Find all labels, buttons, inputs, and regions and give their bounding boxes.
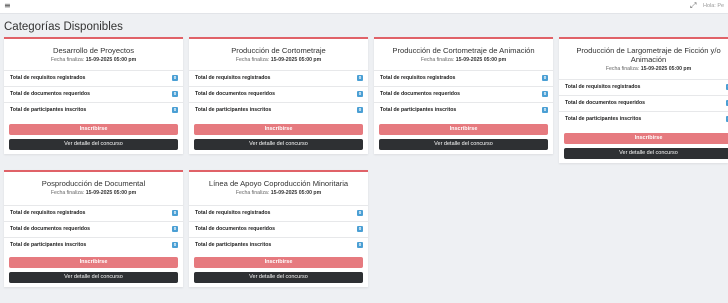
documentos-row: Total de documentos requeridos 0 [374,86,553,102]
requisitos-label: Total de requisitos registrados [565,84,641,90]
card-deadline: Fecha finaliza: 15-09-2025 05:00 pm [193,57,364,64]
card-title: Producción de Cortometraje [231,46,326,55]
inscribirse-button[interactable]: Inscribirse [194,257,363,268]
card-title-line-2: Animación [630,55,667,64]
participantes-label: Total de participantes inscritos [10,242,87,248]
documentos-label: Total de documentos requeridos [195,226,276,232]
inscribirse-button[interactable]: Inscribirse [9,257,178,268]
participantes-label: Total de participantes inscritos [565,116,642,122]
documentos-label: Total de documentos requeridos [10,226,91,232]
documentos-count-badge: 0 [172,226,178,232]
deadline-value: 15-09-2025 05:00 pm [270,57,322,63]
documentos-row: Total de documentos requeridos 0 [4,86,183,102]
documentos-label: Total de documentos requeridos [10,91,91,97]
category-card: Producción de Cortometraje de Animación … [374,37,553,154]
ver-detalle-button[interactable]: Ver detalle del concurso [9,272,178,283]
inscribirse-button[interactable]: Inscribirse [194,124,363,135]
category-card: Línea de Apoyo Coproducción Minoritaria … [189,170,368,287]
deadline-label: Fecha finaliza: [50,57,85,63]
requisitos-row: Total de requisitos registrados 0 [189,205,368,221]
participantes-count-badge: 0 [542,107,548,113]
inscribirse-button[interactable]: Inscribirse [9,124,178,135]
documentos-label: Total de documentos requeridos [195,91,276,97]
participantes-row: Total de participantes inscritos 0 [374,102,553,118]
deadline-label: Fecha finaliza: [50,190,85,196]
requisitos-count-badge: 0 [172,75,178,81]
requisitos-label: Total de requisitos registrados [195,210,271,216]
inscribirse-button[interactable]: Inscribirse [564,133,728,144]
ver-detalle-button[interactable]: Ver detalle del concurso [194,272,363,283]
deadline-label: Fecha finaliza: [605,66,640,72]
documentos-row: Total de documentos requeridos 0 [189,86,368,102]
documentos-row: Total de documentos requeridos 0 [189,221,368,237]
ver-detalle-button[interactable]: Ver detalle del concurso [564,148,728,159]
card-deadline: Fecha finaliza: 15-09-2025 05:00 pm [8,57,179,64]
requisitos-row: Total de requisitos registrados 0 [4,70,183,86]
category-card: Posproducción de Documental Fecha finali… [4,170,183,287]
card-title: Desarrollo de Proyectos [52,46,135,55]
deadline-value: 15-09-2025 05:00 pm [85,57,137,63]
deadline-label: Fecha finaliza: [420,57,455,63]
participantes-count-badge: 0 [357,242,363,248]
documentos-label: Total de documentos requeridos [565,100,646,106]
documentos-count-badge: 0 [357,226,363,232]
ver-detalle-button[interactable]: Ver detalle del concurso [379,139,548,150]
documentos-count-badge: 0 [542,91,548,97]
participantes-count-badge: 0 [172,107,178,113]
participantes-row: Total de participantes inscritos 0 [189,102,368,118]
deadline-value: 15-09-2025 05:00 pm [455,57,507,63]
requisitos-label: Total de requisitos registrados [380,75,456,81]
category-card: Producción de Cortometraje Fecha finaliz… [189,37,368,154]
documentos-label: Total de documentos requeridos [380,91,461,97]
card-deadline: Fecha finaliza: 15-09-2025 05:00 pm [559,66,728,73]
requisitos-row: Total de requisitos registrados 0 [189,70,368,86]
page-title: Categorías Disponibles [4,21,123,33]
ver-detalle-button[interactable]: Ver detalle del concurso [9,139,178,150]
requisitos-count-badge: 0 [542,75,548,81]
requisitos-label: Total de requisitos registrados [10,75,86,81]
requisitos-count-badge: 0 [172,210,178,216]
requisitos-row: Total de requisitos registrados 0 [374,70,553,86]
requisitos-label: Total de requisitos registrados [10,210,86,216]
participantes-label: Total de participantes inscritos [380,107,457,113]
menu-icon[interactable]: ≡ [4,1,11,11]
requisitos-row: Total de requisitos registrados 0 [559,79,728,95]
card-title: Producción de Cortometraje de Animación [392,46,535,55]
requisitos-count-badge: 0 [357,210,363,216]
participantes-label: Total de participantes inscritos [195,107,272,113]
category-card: Desarrollo de Proyectos Fecha finaliza: … [4,37,183,154]
card-deadline: Fecha finaliza: 15-09-2025 05:00 pm [8,190,179,197]
participantes-label: Total de participantes inscritos [10,107,87,113]
fullscreen-icon[interactable]: ⤢ [690,1,696,11]
deadline-value: 15-09-2025 05:00 pm [85,190,137,196]
documentos-row: Total de documentos requeridos 0 [4,221,183,237]
requisitos-label: Total de requisitos registrados [195,75,271,81]
card-deadline: Fecha finaliza: 15-09-2025 05:00 pm [378,57,549,64]
card-title: Producción de Largometraje de Ficción y/… [576,46,721,55]
category-card: Producción de Largometraje de Ficción y/… [559,37,728,163]
deadline-label: Fecha finaliza: [235,57,270,63]
participantes-row: Total de participantes inscritos 0 [4,237,183,253]
deadline-value: 15-09-2025 05:00 pm [640,66,692,72]
user-greeting[interactable]: Hola: Pe [703,2,728,11]
participantes-row: Total de participantes inscritos 0 [559,111,728,127]
participantes-label: Total de participantes inscritos [195,242,272,248]
documentos-count-badge: 0 [172,91,178,97]
card-title: Línea de Apoyo Coproducción Minoritaria [208,179,349,188]
documentos-count-badge: 0 [357,91,363,97]
requisitos-row: Total de requisitos registrados 0 [4,205,183,221]
top-bar: ≡ ⤢ Hola: Pe [0,0,728,14]
requisitos-count-badge: 0 [357,75,363,81]
documentos-row: Total de documentos requeridos 0 [559,95,728,111]
participantes-row: Total de participantes inscritos 0 [4,102,183,118]
ver-detalle-button[interactable]: Ver detalle del concurso [194,139,363,150]
card-title: Posproducción de Documental [41,179,146,188]
deadline-value: 15-09-2025 05:00 pm [270,190,322,196]
participantes-count-badge: 0 [172,242,178,248]
participantes-count-badge: 0 [357,107,363,113]
deadline-label: Fecha finaliza: [235,190,270,196]
participantes-row: Total de participantes inscritos 0 [189,237,368,253]
inscribirse-button[interactable]: Inscribirse [379,124,548,135]
card-deadline: Fecha finaliza: 15-09-2025 05:00 pm [193,190,364,197]
